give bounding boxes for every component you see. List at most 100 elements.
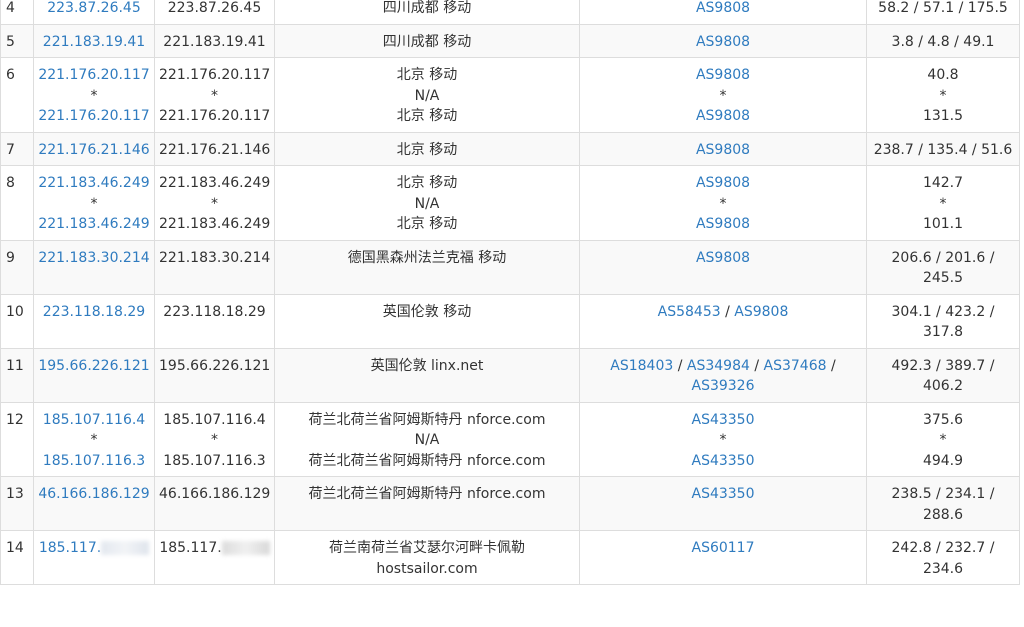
latency-text: 245.5 xyxy=(922,270,964,286)
location-text: 英国伦敦 linx.net xyxy=(370,357,484,374)
ip-address: 221.183.30.214 xyxy=(159,249,271,266)
asn-link[interactable]: AS58453 xyxy=(658,304,721,320)
latency-text: 131.5 xyxy=(922,108,964,124)
ip-address: 185.107.116.3 xyxy=(163,452,266,469)
ip-link-cell: 185.117. xyxy=(33,530,155,585)
latency-cell: 238.7 / 135.4 / 51.6 xyxy=(866,131,1020,166)
latency-text: 40.8 xyxy=(927,67,959,83)
location-cell: 德国黑森州法兰克福 移动 xyxy=(274,239,580,295)
asn-link[interactable]: AS9808 xyxy=(696,67,750,83)
ip-address: 223.87.26.45 xyxy=(167,0,262,16)
hop-number-cell: 5 xyxy=(0,23,34,58)
ip-link[interactable]: 221.183.19.41 xyxy=(43,34,145,50)
hop-number: 6 xyxy=(6,67,15,83)
latency-text: 58.2 / 57.1 / 175.5 xyxy=(878,0,1008,16)
location-cell: 四川成都 移动 xyxy=(274,23,580,58)
asn-link[interactable]: AS9808 xyxy=(696,34,750,50)
ip-address: 221.176.21.146 xyxy=(159,141,271,158)
location-text: N/A xyxy=(414,195,440,212)
ip-link[interactable]: 185.107.116.4 xyxy=(43,412,145,428)
ip-link[interactable]: 221.183.30.214 xyxy=(38,250,149,266)
location-text: N/A xyxy=(414,432,440,448)
hop-number: 9 xyxy=(6,249,15,266)
location-text: 荷兰南荷兰省艾瑟尔河畔卡佩勒 xyxy=(329,540,525,556)
asn-link[interactable]: AS43350 xyxy=(692,412,755,428)
ip-address: 46.166.186.129 xyxy=(159,486,271,502)
hop-number-cell: 13 xyxy=(0,476,34,531)
ip-link-cell: 221.176.20.117 * 221.176.20.117 xyxy=(33,57,155,133)
location-text: 四川成都 移动 xyxy=(382,33,472,50)
hop-number: 5 xyxy=(6,33,15,50)
hop-number: 7 xyxy=(6,141,15,158)
ip-link[interactable]: 223.87.26.45 xyxy=(47,0,141,16)
ip-address: 221.176.20.117 xyxy=(159,108,271,124)
asn-cell: AS43350 * AS43350 xyxy=(579,401,867,477)
ip-link[interactable]: 46.166.186.129 xyxy=(38,486,149,502)
asn-link[interactable]: AS60117 xyxy=(692,540,755,556)
asn-link[interactable]: AS43350 xyxy=(692,486,755,502)
no-response-marker: * xyxy=(90,87,98,104)
ip-link-cell: 221.183.19.41 xyxy=(33,23,155,58)
asn-link[interactable]: AS9808 xyxy=(734,304,788,320)
location-cell: 荷兰北荷兰省阿姆斯特丹 nforce.com N/A 荷兰北荷兰省阿姆斯特丹 nfo… xyxy=(274,401,580,477)
asn-link[interactable]: AS9808 xyxy=(696,175,750,191)
table-row: 6 221.176.20.117 * 221.176.20.117 221.176.20… xyxy=(0,57,1020,133)
traceroute-table-body: 4 223.87.26.45 223.87.26.45 四川成都 移动 AS9808 58… xyxy=(0,0,1020,585)
ip-link-cell: 185.107.116.4 * 185.107.116.3 xyxy=(33,401,155,477)
table-row: 13 46.166.186.129 46.166.186.129 荷兰北荷兰省阿姆斯特… xyxy=(0,476,1020,531)
latency-text: * xyxy=(939,87,947,104)
asn-link[interactable]: AS9808 xyxy=(696,0,750,16)
latency-cell: 206.6 / 201.6 / 245.5 xyxy=(866,239,1020,295)
ip-link-cell: 46.166.186.129 xyxy=(33,476,155,531)
ip-link[interactable]: 221.176.21.146 xyxy=(38,142,149,158)
hop-number-cell: 11 xyxy=(0,347,34,403)
ip-link[interactable]: 195.66.226.121 xyxy=(38,358,149,374)
latency-text: 142.7 xyxy=(922,175,964,191)
table-row: 12 185.107.116.4 * 185.107.116.3 185.107.116… xyxy=(0,401,1020,477)
table-row: 14 185.117. 185.117. 荷兰南荷兰省艾瑟尔河畔卡佩勒 hostsail… xyxy=(0,530,1020,585)
ip-address: 221.183.46.249 xyxy=(159,216,271,232)
ip-link[interactable]: 221.176.20.117 xyxy=(38,67,149,83)
latency-cell: 3.8 / 4.8 / 49.1 xyxy=(866,23,1020,58)
asn-link[interactable]: AS18403 xyxy=(610,358,673,374)
asn-link[interactable]: AS9808 xyxy=(696,216,750,232)
asn-link[interactable]: AS9808 xyxy=(696,108,750,124)
latency-text: 406.2 xyxy=(922,378,964,394)
table-row: 8 221.183.46.249 * 221.183.46.249 221.183.46… xyxy=(0,165,1020,241)
asn-cell: AS9808 xyxy=(579,239,867,295)
hop-number-cell: 9 xyxy=(0,239,34,295)
ip-link[interactable]: 185.117. xyxy=(39,540,101,556)
ip-link-cell: 221.176.21.146 xyxy=(33,131,155,166)
hop-number: 10 xyxy=(6,303,24,320)
no-response-marker: * xyxy=(90,432,98,448)
latency-cell: 238.5 / 234.1 / 288.6 xyxy=(866,476,1020,531)
table-row: 5 221.183.19.41 221.183.19.41 四川成都 移动 AS9808… xyxy=(0,23,1020,58)
ip-link[interactable]: 221.183.46.249 xyxy=(38,216,149,232)
ip-link-cell: 195.66.226.121 xyxy=(33,347,155,403)
ip-address-cell: 195.66.226.121 xyxy=(154,347,275,403)
asn-link[interactable]: AS43350 xyxy=(692,453,755,469)
location-text: 荷兰北荷兰省阿姆斯特丹 nforce.com xyxy=(308,452,546,469)
asn-link[interactable]: AS39326 xyxy=(692,378,755,394)
redacted-blur xyxy=(101,541,150,555)
ip-link[interactable]: 223.118.18.29 xyxy=(43,304,145,320)
latency-text: 492.3 / 389.7 / xyxy=(891,357,995,374)
ip-link-cell: 223.118.18.29 xyxy=(33,293,155,349)
asn-link[interactable]: AS9808 xyxy=(696,142,750,158)
asn-link[interactable]: AS34984 xyxy=(687,358,750,374)
latency-cell: 492.3 / 389.7 / 406.2 xyxy=(866,347,1020,403)
location-cell: 英国伦敦 移动 xyxy=(274,293,580,349)
latency-text: 375.6 xyxy=(922,411,964,428)
location-text: 荷兰北荷兰省阿姆斯特丹 nforce.com xyxy=(308,486,546,502)
latency-text: 304.1 / 423.2 / xyxy=(891,303,995,320)
ip-link[interactable]: 221.183.46.249 xyxy=(38,175,149,191)
location-text: 荷兰北荷兰省阿姆斯特丹 nforce.com xyxy=(308,411,546,428)
asn-link[interactable]: AS37468 xyxy=(764,358,827,374)
location-cell: 荷兰南荷兰省艾瑟尔河畔卡佩勒 hostsailor.com xyxy=(274,530,580,585)
latency-text: 238.7 / 135.4 / 51.6 xyxy=(873,141,1013,158)
ip-link[interactable]: 221.176.20.117 xyxy=(38,108,149,124)
asn-cell: AS9808 xyxy=(579,131,867,166)
ip-link[interactable]: 185.107.116.3 xyxy=(43,453,145,469)
hop-number: 8 xyxy=(6,175,15,191)
asn-link[interactable]: AS9808 xyxy=(696,250,750,266)
